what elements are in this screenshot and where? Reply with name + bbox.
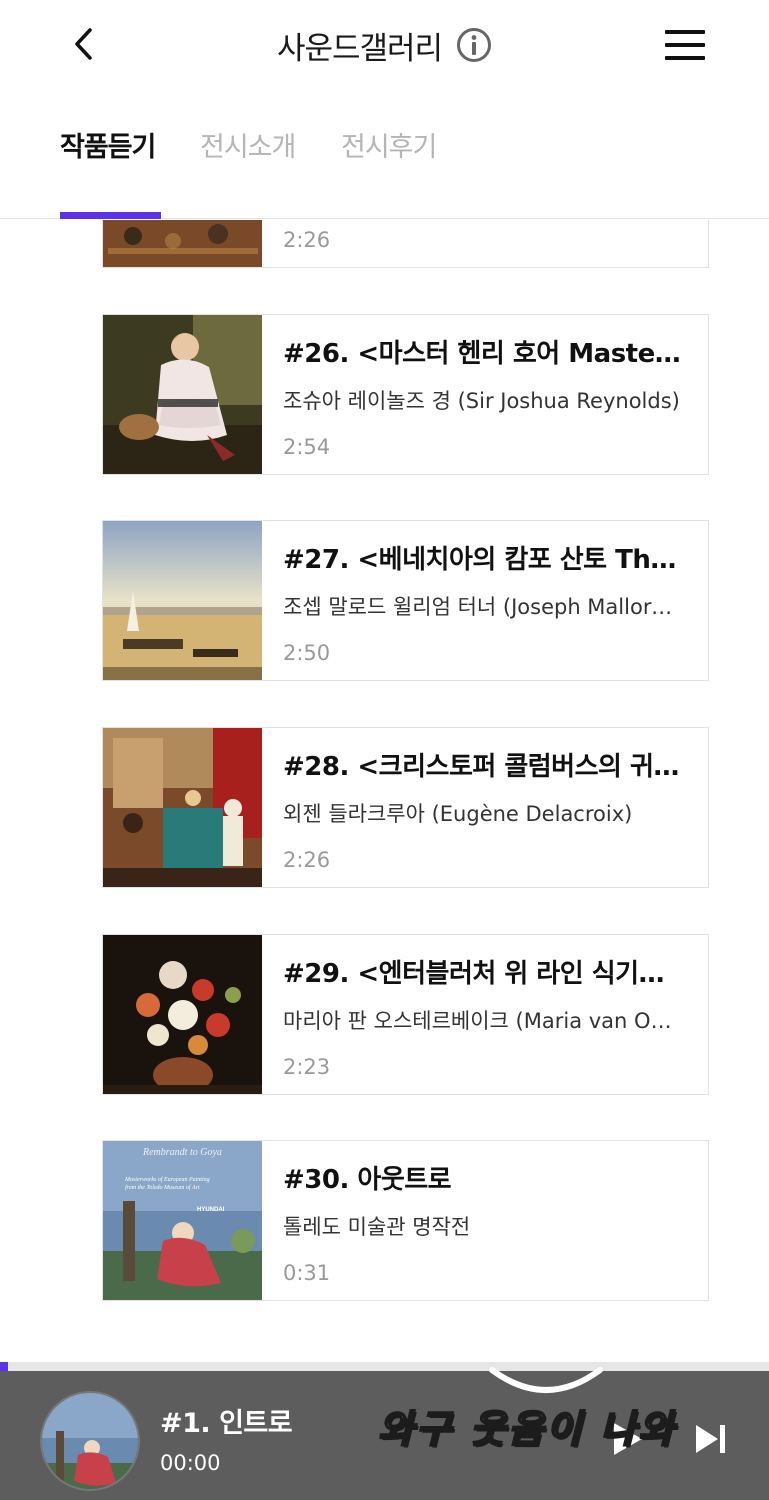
track-title: #28. <크리스토퍼 콜럼버스의 귀환> bbox=[283, 752, 683, 782]
track-item[interactable]: #29. <엔터블러처 위 라인 식기와 꽃> 마리아 판 오스테르베이크 (M… bbox=[102, 934, 709, 1095]
page-title: 사운드갤러리 bbox=[276, 30, 443, 67]
artwork-thumbnail bbox=[103, 935, 262, 1094]
player-album-art[interactable] bbox=[40, 1391, 140, 1491]
track-artist: 조슈아 레이놀즈 경 (Sir Joshua Reynolds) bbox=[283, 389, 680, 413]
player-track-title: #1. 인트로 bbox=[160, 1408, 293, 1439]
track-duration: 0:31 bbox=[283, 1261, 331, 1285]
track-title: #30. 아웃트로 bbox=[283, 1165, 452, 1195]
track-item[interactable]: #26. <마스터 헨리 호어 Master Henry Hoare> 조슈아 … bbox=[102, 314, 709, 475]
artwork-thumbnail bbox=[103, 521, 262, 680]
app-header: 사운드갤러리 bbox=[0, 0, 769, 95]
thumb-sponsor: HYUNDAI bbox=[197, 1207, 225, 1213]
player-progress-bar[interactable] bbox=[0, 1362, 769, 1371]
thumb-subtitle-2: from the Toledo Museum of Art bbox=[125, 1184, 200, 1191]
tab-exhibition-intro[interactable]: 전시소개 bbox=[200, 125, 296, 164]
player-elapsed-time: 00:00 bbox=[160, 1451, 221, 1475]
player-progress-fill bbox=[0, 1362, 8, 1371]
hamburger-line bbox=[665, 43, 705, 47]
track-list[interactable]: 2:26 #26. <마스터 헨리 호어 Master Henry Hoare>… bbox=[0, 220, 769, 1362]
hamburger-line bbox=[665, 56, 705, 60]
track-item[interactable]: #27. <베네치아의 캄포 산토 The Campo Santo, Venic… bbox=[102, 520, 709, 681]
artwork-thumbnail bbox=[103, 220, 262, 267]
track-title: #26. <마스터 헨리 호어 Master Henry Hoare> bbox=[283, 339, 683, 369]
active-tab-indicator bbox=[60, 212, 161, 219]
track-item[interactable]: Rembrandt to Goya Masterworks of Europea… bbox=[102, 1140, 709, 1301]
track-title: #29. <엔터블러처 위 라인 식기와 꽃> bbox=[283, 959, 683, 989]
track-artist: 마리아 판 오스테르베이크 (Maria van Oosterwijck) bbox=[283, 1009, 683, 1033]
artwork-thumbnail bbox=[103, 728, 262, 887]
thumb-heading: Rembrandt to Goya bbox=[142, 1147, 222, 1158]
track-item[interactable]: #28. <크리스토퍼 콜럼버스의 귀환> 외젠 들라크루아 (Eugène D… bbox=[102, 727, 709, 888]
skip-next-icon[interactable] bbox=[692, 1421, 728, 1457]
artwork-thumbnail bbox=[103, 315, 262, 474]
track-duration: 2:26 bbox=[283, 228, 331, 252]
menu-button[interactable] bbox=[660, 24, 710, 66]
track-duration: 2:54 bbox=[283, 435, 331, 459]
hamburger-menu-icon bbox=[665, 30, 705, 34]
info-circle-icon[interactable] bbox=[456, 27, 492, 63]
smile-sticker-icon bbox=[489, 1367, 603, 1393]
sticker-text: 와구 웃음이 나와 bbox=[377, 1406, 677, 1452]
title-group: 사운드갤러리 bbox=[0, 20, 769, 70]
track-duration: 2:26 bbox=[283, 848, 331, 872]
track-artist: 외젠 들라크루아 (Eugène Delacroix) bbox=[283, 802, 633, 826]
track-duration: 2:23 bbox=[283, 1055, 331, 1079]
tab-bar: 작품듣기 전시소개 전시후기 bbox=[0, 95, 769, 219]
track-item[interactable]: 2:26 bbox=[102, 220, 709, 268]
tab-exhibition-reviews[interactable]: 전시후기 bbox=[341, 125, 437, 164]
track-title: #27. <베네치아의 캄포 산토 The Campo Santo, Venic… bbox=[283, 545, 683, 575]
thumb-subtitle: Masterworks of European Painting bbox=[124, 1176, 210, 1183]
track-duration: 2:50 bbox=[283, 641, 331, 665]
track-artist: 조셉 말로드 윌리엄 터너 (Joseph Mallord William Tu… bbox=[283, 595, 683, 619]
track-artist: 톨레도 미술관 명작전 bbox=[283, 1215, 471, 1239]
artwork-thumbnail: Rembrandt to Goya Masterworks of Europea… bbox=[103, 1141, 262, 1300]
tab-listen[interactable]: 작품듣기 bbox=[60, 125, 156, 164]
